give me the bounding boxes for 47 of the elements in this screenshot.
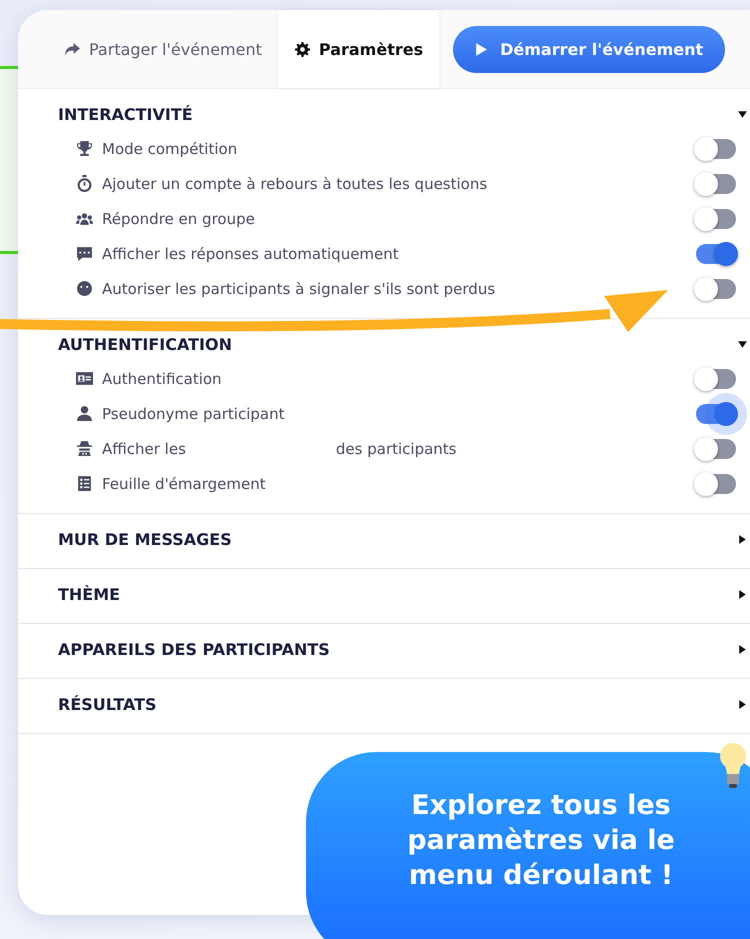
toggle-switch[interactable] xyxy=(696,474,736,494)
section-title: INTERACTIVITÉ xyxy=(58,104,193,124)
toggle-switch[interactable] xyxy=(696,438,736,458)
caret-icon[interactable] xyxy=(737,644,748,654)
toggle-switch[interactable] xyxy=(696,404,736,424)
section-title: MUR DE MESSAGES xyxy=(58,530,232,548)
option-label: Mode compétition xyxy=(102,140,238,158)
option-label: Authentification xyxy=(102,370,222,388)
option-label: Ajouter un compte à rebours à toutes les questions xyxy=(102,174,488,192)
start-event-button[interactable]: Démarrer l'événement xyxy=(453,26,726,72)
option-label: Autoriser les participants à signaler s'ils sont perdus xyxy=(102,280,496,298)
chat-bubble-icon xyxy=(76,245,93,262)
play-icon xyxy=(475,42,488,56)
option-label: Pseudonyme participant xyxy=(102,404,284,422)
caret-icon[interactable] xyxy=(737,108,748,120)
face-icon xyxy=(76,280,93,297)
toggle-switch[interactable] xyxy=(696,174,736,194)
section-title: APPAREILS DES PARTICIPANTS xyxy=(58,640,330,658)
share-icon xyxy=(64,42,81,56)
list-icon xyxy=(76,475,93,492)
option-label: Afficher les réponses automatiquement xyxy=(102,244,399,262)
caret-icon[interactable] xyxy=(737,698,748,710)
user-icon xyxy=(76,405,93,422)
toggle-switch[interactable] xyxy=(696,278,736,298)
section-title: AUTHENTIFICATION xyxy=(58,334,232,354)
spy-icon xyxy=(76,440,93,457)
option-label: des participants xyxy=(336,440,456,458)
caret-icon[interactable] xyxy=(737,534,748,544)
settings-icon xyxy=(294,42,311,56)
tab[interactable]: Partager l'événement xyxy=(48,10,278,88)
toggle-switch[interactable] xyxy=(696,244,736,264)
id-card-icon xyxy=(76,370,93,387)
stopwatch-icon xyxy=(76,175,93,192)
toggle-switch[interactable] xyxy=(696,368,736,388)
toggle-switch[interactable] xyxy=(696,138,736,158)
caret-icon[interactable] xyxy=(737,588,748,600)
tab[interactable]: Paramètres xyxy=(278,10,440,88)
toggle-switch[interactable] xyxy=(696,208,736,228)
caret-icon[interactable] xyxy=(737,338,748,350)
callout-text: Explorez tous les paramètres via le menu déroulant ! xyxy=(406,789,676,894)
option-label: Afficher les xyxy=(102,440,186,458)
option-label: Répondre en groupe xyxy=(102,210,255,228)
option-label: Feuille d'émargement xyxy=(102,474,266,492)
section-title: RÉSULTATS xyxy=(58,694,157,714)
group-icon xyxy=(76,210,93,227)
section-title: THÈME xyxy=(58,584,120,604)
trophy-icon xyxy=(76,140,93,157)
